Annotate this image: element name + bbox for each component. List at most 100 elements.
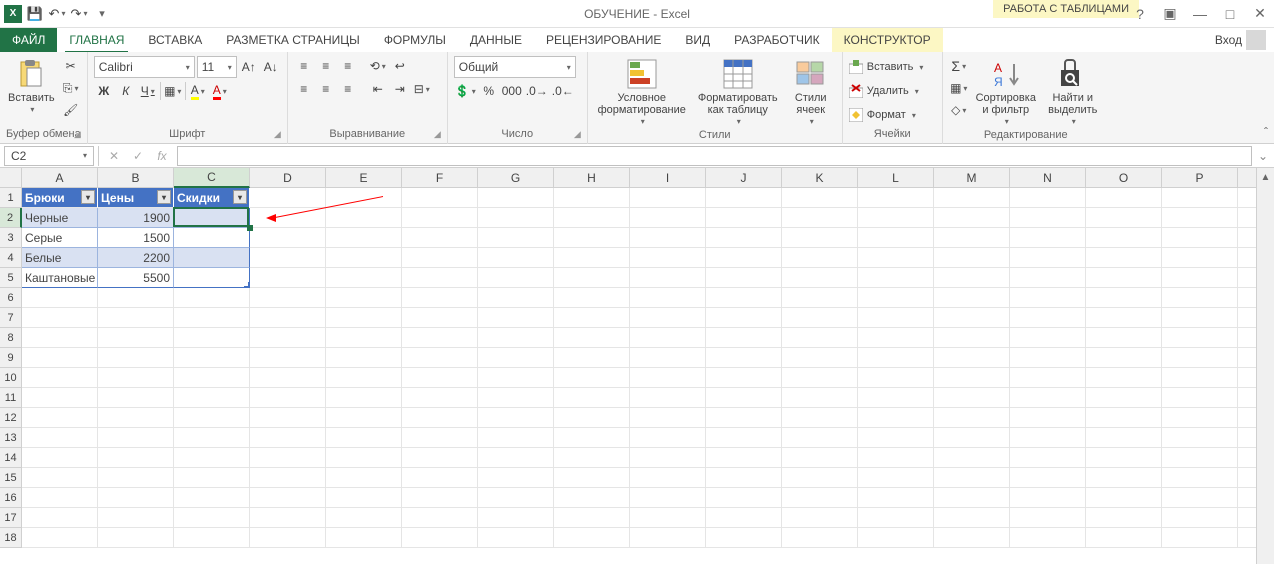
col-header-E[interactable]: E	[326, 168, 402, 188]
tab-formulas[interactable]: ФОРМУЛЫ	[372, 28, 458, 52]
align-right-button[interactable]: ≡	[338, 79, 358, 99]
cell[interactable]	[706, 508, 782, 528]
collapse-ribbon-button[interactable]: ˆ	[1264, 125, 1268, 139]
cell[interactable]	[782, 208, 858, 228]
cell[interactable]	[326, 528, 402, 548]
cell[interactable]	[782, 248, 858, 268]
tab-file[interactable]: ФАЙЛ	[0, 28, 57, 52]
cell[interactable]	[250, 268, 326, 288]
cell[interactable]	[782, 468, 858, 488]
cell[interactable]	[1010, 228, 1086, 248]
cell[interactable]	[1010, 448, 1086, 468]
cell[interactable]	[630, 208, 706, 228]
cell[interactable]	[1010, 208, 1086, 228]
cell[interactable]	[554, 208, 630, 228]
col-header-N[interactable]: N	[1010, 168, 1086, 188]
cell[interactable]	[1162, 368, 1238, 388]
cell[interactable]	[1162, 508, 1238, 528]
tab-developer[interactable]: РАЗРАБОТЧИК	[722, 28, 832, 52]
cell[interactable]	[98, 288, 174, 308]
decrease-indent-button[interactable]: ⇤	[368, 79, 388, 99]
cell[interactable]	[1086, 348, 1162, 368]
cell[interactable]	[402, 468, 478, 488]
cell[interactable]	[934, 348, 1010, 368]
cell[interactable]	[782, 428, 858, 448]
cell[interactable]	[934, 328, 1010, 348]
cell[interactable]	[630, 488, 706, 508]
cell[interactable]	[22, 288, 98, 308]
cell[interactable]	[1162, 268, 1238, 288]
cell[interactable]: Цены▾	[98, 188, 174, 208]
cell[interactable]	[250, 288, 326, 308]
cell[interactable]	[478, 348, 554, 368]
cell[interactable]	[22, 488, 98, 508]
cell[interactable]	[402, 428, 478, 448]
cell[interactable]	[402, 368, 478, 388]
cell[interactable]	[782, 528, 858, 548]
cell[interactable]	[402, 268, 478, 288]
cell[interactable]	[326, 508, 402, 528]
tab-review[interactable]: РЕЦЕНЗИРОВАНИЕ	[534, 28, 673, 52]
cell[interactable]	[1086, 248, 1162, 268]
cell[interactable]	[554, 368, 630, 388]
cell[interactable]	[250, 528, 326, 548]
cell[interactable]	[630, 308, 706, 328]
cell[interactable]	[554, 468, 630, 488]
cell[interactable]: 5500	[98, 268, 174, 288]
save-icon[interactable]: 💾	[26, 5, 44, 23]
cell[interactable]	[1162, 308, 1238, 328]
cell[interactable]	[478, 468, 554, 488]
cell[interactable]	[858, 208, 934, 228]
cell[interactable]	[858, 248, 934, 268]
cell[interactable]	[22, 388, 98, 408]
row-header-15[interactable]: 15	[0, 468, 22, 488]
cell[interactable]	[630, 248, 706, 268]
format-cells-button[interactable]: Формат▾	[849, 104, 916, 126]
cell[interactable]	[1162, 388, 1238, 408]
formula-input[interactable]	[177, 146, 1252, 166]
table-resize-handle[interactable]	[244, 282, 250, 288]
cell[interactable]	[250, 208, 326, 228]
cell[interactable]	[478, 328, 554, 348]
cell[interactable]	[22, 528, 98, 548]
cell[interactable]	[1086, 308, 1162, 328]
col-header-M[interactable]: M	[934, 168, 1010, 188]
expand-formula-bar-icon[interactable]: ⌄	[1252, 149, 1274, 163]
cell[interactable]	[478, 428, 554, 448]
cell[interactable]	[858, 228, 934, 248]
cell[interactable]	[1010, 428, 1086, 448]
cell[interactable]	[934, 388, 1010, 408]
cell[interactable]	[782, 488, 858, 508]
worksheet-grid[interactable]: ABCDEFGHIJKLMNOPQR 123456789101112131415…	[0, 168, 1274, 564]
cell[interactable]	[934, 268, 1010, 288]
col-header-K[interactable]: K	[782, 168, 858, 188]
cell[interactable]	[1010, 468, 1086, 488]
cell[interactable]	[478, 488, 554, 508]
cell[interactable]	[174, 328, 250, 348]
cell[interactable]	[934, 488, 1010, 508]
cell[interactable]	[706, 388, 782, 408]
cell[interactable]	[402, 328, 478, 348]
cell[interactable]	[706, 348, 782, 368]
cell[interactable]	[98, 408, 174, 428]
cell[interactable]	[174, 348, 250, 368]
cell[interactable]	[554, 408, 630, 428]
cell[interactable]	[630, 528, 706, 548]
cell[interactable]	[934, 288, 1010, 308]
cell[interactable]	[858, 268, 934, 288]
underline-button[interactable]: Ч▾	[138, 81, 158, 101]
cell[interactable]	[1086, 528, 1162, 548]
cell[interactable]	[1010, 408, 1086, 428]
cell[interactable]	[630, 288, 706, 308]
cell[interactable]	[98, 388, 174, 408]
cell[interactable]	[1162, 208, 1238, 228]
cell[interactable]	[250, 328, 326, 348]
cell[interactable]	[402, 528, 478, 548]
tab-page-layout[interactable]: РАЗМЕТКА СТРАНИЦЫ	[214, 28, 372, 52]
number-launcher-icon[interactable]: ◢	[574, 129, 581, 140]
cell[interactable]	[174, 508, 250, 528]
cell[interactable]	[554, 288, 630, 308]
vertical-scrollbar[interactable]: ▲	[1256, 168, 1274, 564]
cell[interactable]	[326, 268, 402, 288]
select-all-button[interactable]	[0, 168, 22, 188]
